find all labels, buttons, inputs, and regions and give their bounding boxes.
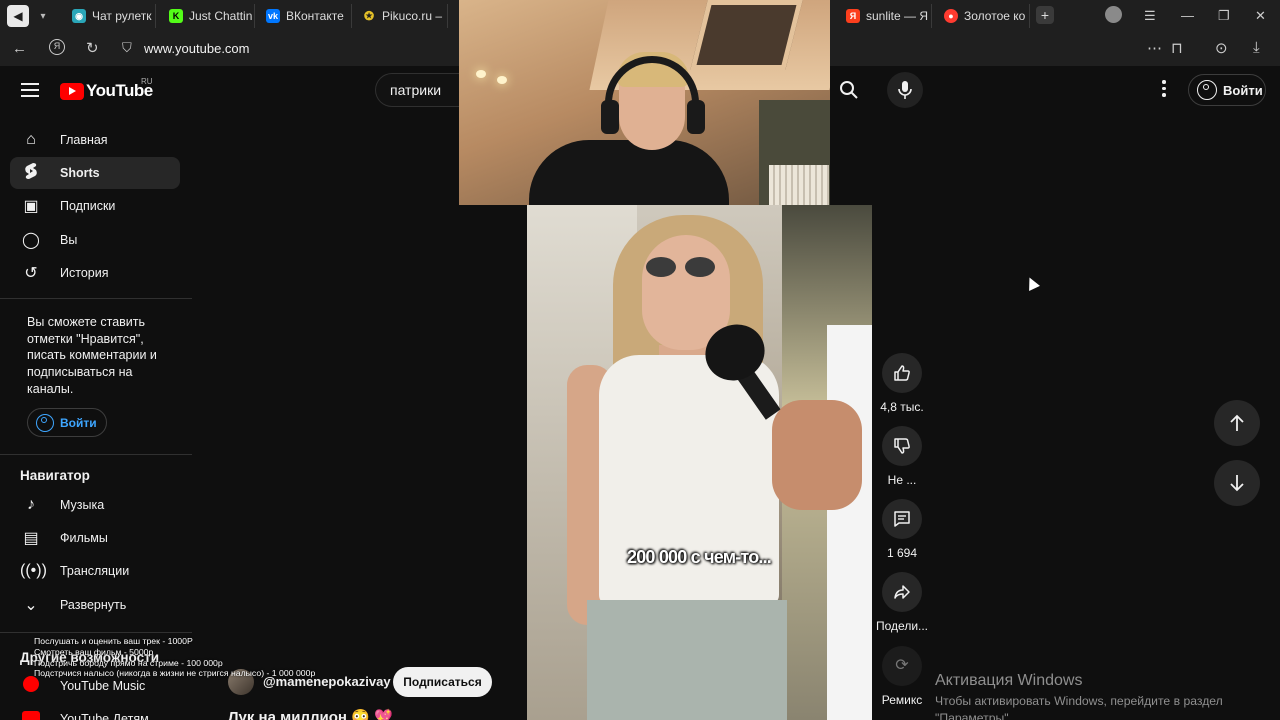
live-icon: ((•)) [20, 562, 47, 579]
share-icon[interactable] [882, 572, 922, 612]
like-action[interactable]: 4,8 тыс. [876, 353, 928, 414]
signin-promo-text: Вы сможете ставить отметки "Нравится", п… [27, 315, 157, 396]
shorts-icon [20, 162, 42, 185]
minimize-icon[interactable]: — [1181, 8, 1194, 23]
comment-icon[interactable] [882, 499, 922, 539]
account-icon [1197, 80, 1217, 100]
history-icon: ↺ [24, 265, 38, 282]
share-label: Подели... [876, 619, 929, 633]
sidebar-divider [0, 454, 192, 455]
browser-tab[interactable]: ◉ Чат рулетк [66, 4, 156, 28]
speaker-icon[interactable]: ◀ [7, 5, 29, 27]
yandex-icon: Я [846, 9, 860, 23]
next-short-button[interactable] [1214, 460, 1260, 506]
previous-short-button[interactable] [1214, 400, 1260, 446]
sidebar-divider [0, 632, 192, 633]
reload-icon[interactable]: ↻ [86, 39, 99, 57]
dislike-label: Не ... [887, 473, 917, 487]
remix-action[interactable]: ⟳ Ремикс [876, 646, 928, 707]
restore-icon[interactable]: ❐ [1218, 8, 1230, 24]
remix-icon[interactable]: ⟳ [882, 646, 922, 686]
sidebar-signin-button[interactable]: Войти [27, 408, 107, 437]
sidebar-item-you[interactable]: ◯ Вы [10, 224, 180, 256]
donation-item: Подстрчися налысо (никогда в жизни не ст… [34, 668, 316, 679]
navigator-heading: Навигатор [20, 468, 90, 483]
browser-tab[interactable]: vk ВКонтакте [260, 4, 352, 28]
short-video-player[interactable] [527, 205, 872, 720]
like-count: 4,8 тыс. [880, 400, 924, 414]
comments-action[interactable]: 1 694 [876, 499, 928, 560]
donation-item: Подстричь бороду прямо на стриме - 100 0… [34, 657, 223, 668]
new-tab-button[interactable]: + [1036, 6, 1054, 24]
browser-tab[interactable]: K Just Chattin [163, 4, 255, 28]
red-record-icon: ● [944, 9, 958, 23]
video-subtitle: 200 000 с чем-то... [627, 547, 772, 567]
sidebar-item-history[interactable]: ↺ История [10, 257, 180, 289]
more-icon[interactable]: ⋯ [1147, 39, 1162, 57]
short-title[interactable]: Лук на миллион 😳 💖 [228, 708, 393, 720]
site-info-icon[interactable]: ⛉ [122, 40, 132, 56]
mouse-cursor-icon [1024, 275, 1040, 291]
youtube-logo[interactable]: YouTube [60, 81, 153, 101]
windows-activation-text: "Параметры". [935, 711, 1013, 720]
search-input[interactable]: патрики [375, 73, 465, 107]
remix-label: Ремикс [881, 693, 923, 707]
yandex-home-icon[interactable]: Я [49, 39, 65, 55]
youtube-kids-icon [20, 710, 42, 720]
streamer-webcam [459, 0, 830, 205]
chevron-down-icon: ⌄ [24, 597, 38, 614]
subscriptions-icon: ▣ [23, 198, 39, 215]
home-icon: ⌂ [26, 131, 36, 148]
sidebar-item-expand[interactable]: ⌄ Развернуть [10, 589, 180, 621]
back-icon[interactable]: ← [12, 40, 27, 57]
url-field[interactable]: www.youtube.com [144, 41, 250, 56]
sidebar-item-home[interactable]: ⌂ Главная [10, 124, 180, 156]
browser-tab[interactable]: Я sunlite — Я [840, 4, 932, 28]
browser-menu-icon[interactable]: ☰ [1144, 8, 1156, 24]
sidebar-item-shorts[interactable]: Shorts [10, 157, 180, 189]
share-action[interactable]: Подели... [876, 572, 928, 633]
donation-item: Послушать и оценить ваш трек - 1000Р [34, 636, 193, 646]
pikuco-icon: ✪ [363, 9, 375, 23]
search-icon[interactable] [832, 73, 866, 107]
microphone-icon[interactable] [887, 72, 923, 108]
thumbs-down-icon[interactable] [882, 426, 922, 466]
region-badge: RU [141, 77, 153, 86]
account-icon [36, 413, 54, 432]
subscribe-button[interactable]: Подписаться [393, 667, 492, 697]
donation-list: Послушать и оценить ваш трек - 1000Р Смо… [34, 636, 315, 679]
windows-activation-title: Активация Windows [935, 672, 1083, 689]
sidebar-item-youtube-kids[interactable]: YouTube Детям [10, 703, 180, 720]
browser-tab[interactable]: ● Золотое ко [938, 4, 1030, 28]
browser-tab[interactable]: ✪ Pikuco.ru – [356, 4, 448, 28]
video-icon[interactable]: ⊙ [1215, 39, 1228, 57]
hamburger-menu-icon[interactable] [21, 83, 39, 97]
close-icon[interactable]: ✕ [1255, 8, 1266, 24]
sidebar-item-live[interactable]: ((•)) Трансляции [10, 555, 180, 587]
profile-avatar-icon[interactable] [1105, 6, 1122, 23]
sidebar-item-subscriptions[interactable]: ▣ Подписки [10, 190, 180, 222]
music-icon: ♪ [27, 496, 35, 513]
sidebar-item-movies[interactable]: ▤ Фильмы [10, 522, 180, 554]
vk-icon: vk [266, 9, 280, 23]
comments-count: 1 694 [886, 546, 918, 560]
sidebar-item-music[interactable]: ♪ Музыка [10, 489, 180, 521]
dislike-action[interactable]: Не ... [876, 426, 928, 487]
chat-roulette-icon: ◉ [72, 9, 86, 23]
download-icon[interactable]: ⤓ [1253, 39, 1260, 56]
youtube-play-icon [60, 82, 84, 100]
you-icon: ◯ [22, 232, 40, 249]
donation-item: Смотреть ваш фильм - 5000р [34, 646, 154, 657]
settings-kebab-icon[interactable] [1157, 80, 1171, 100]
windows-activation-text: Чтобы активировать Windows, перейдите в … [935, 694, 1223, 708]
kick-icon: K [169, 9, 183, 23]
chevron-down-icon[interactable]: ▾ [35, 11, 51, 22]
sidebar-divider [0, 298, 192, 299]
signin-button[interactable]: Войти [1188, 74, 1266, 106]
thumbs-up-icon[interactable] [882, 353, 922, 393]
bookmark-icon[interactable]: ⊓ [1171, 39, 1183, 57]
movies-icon: ▤ [23, 530, 39, 547]
